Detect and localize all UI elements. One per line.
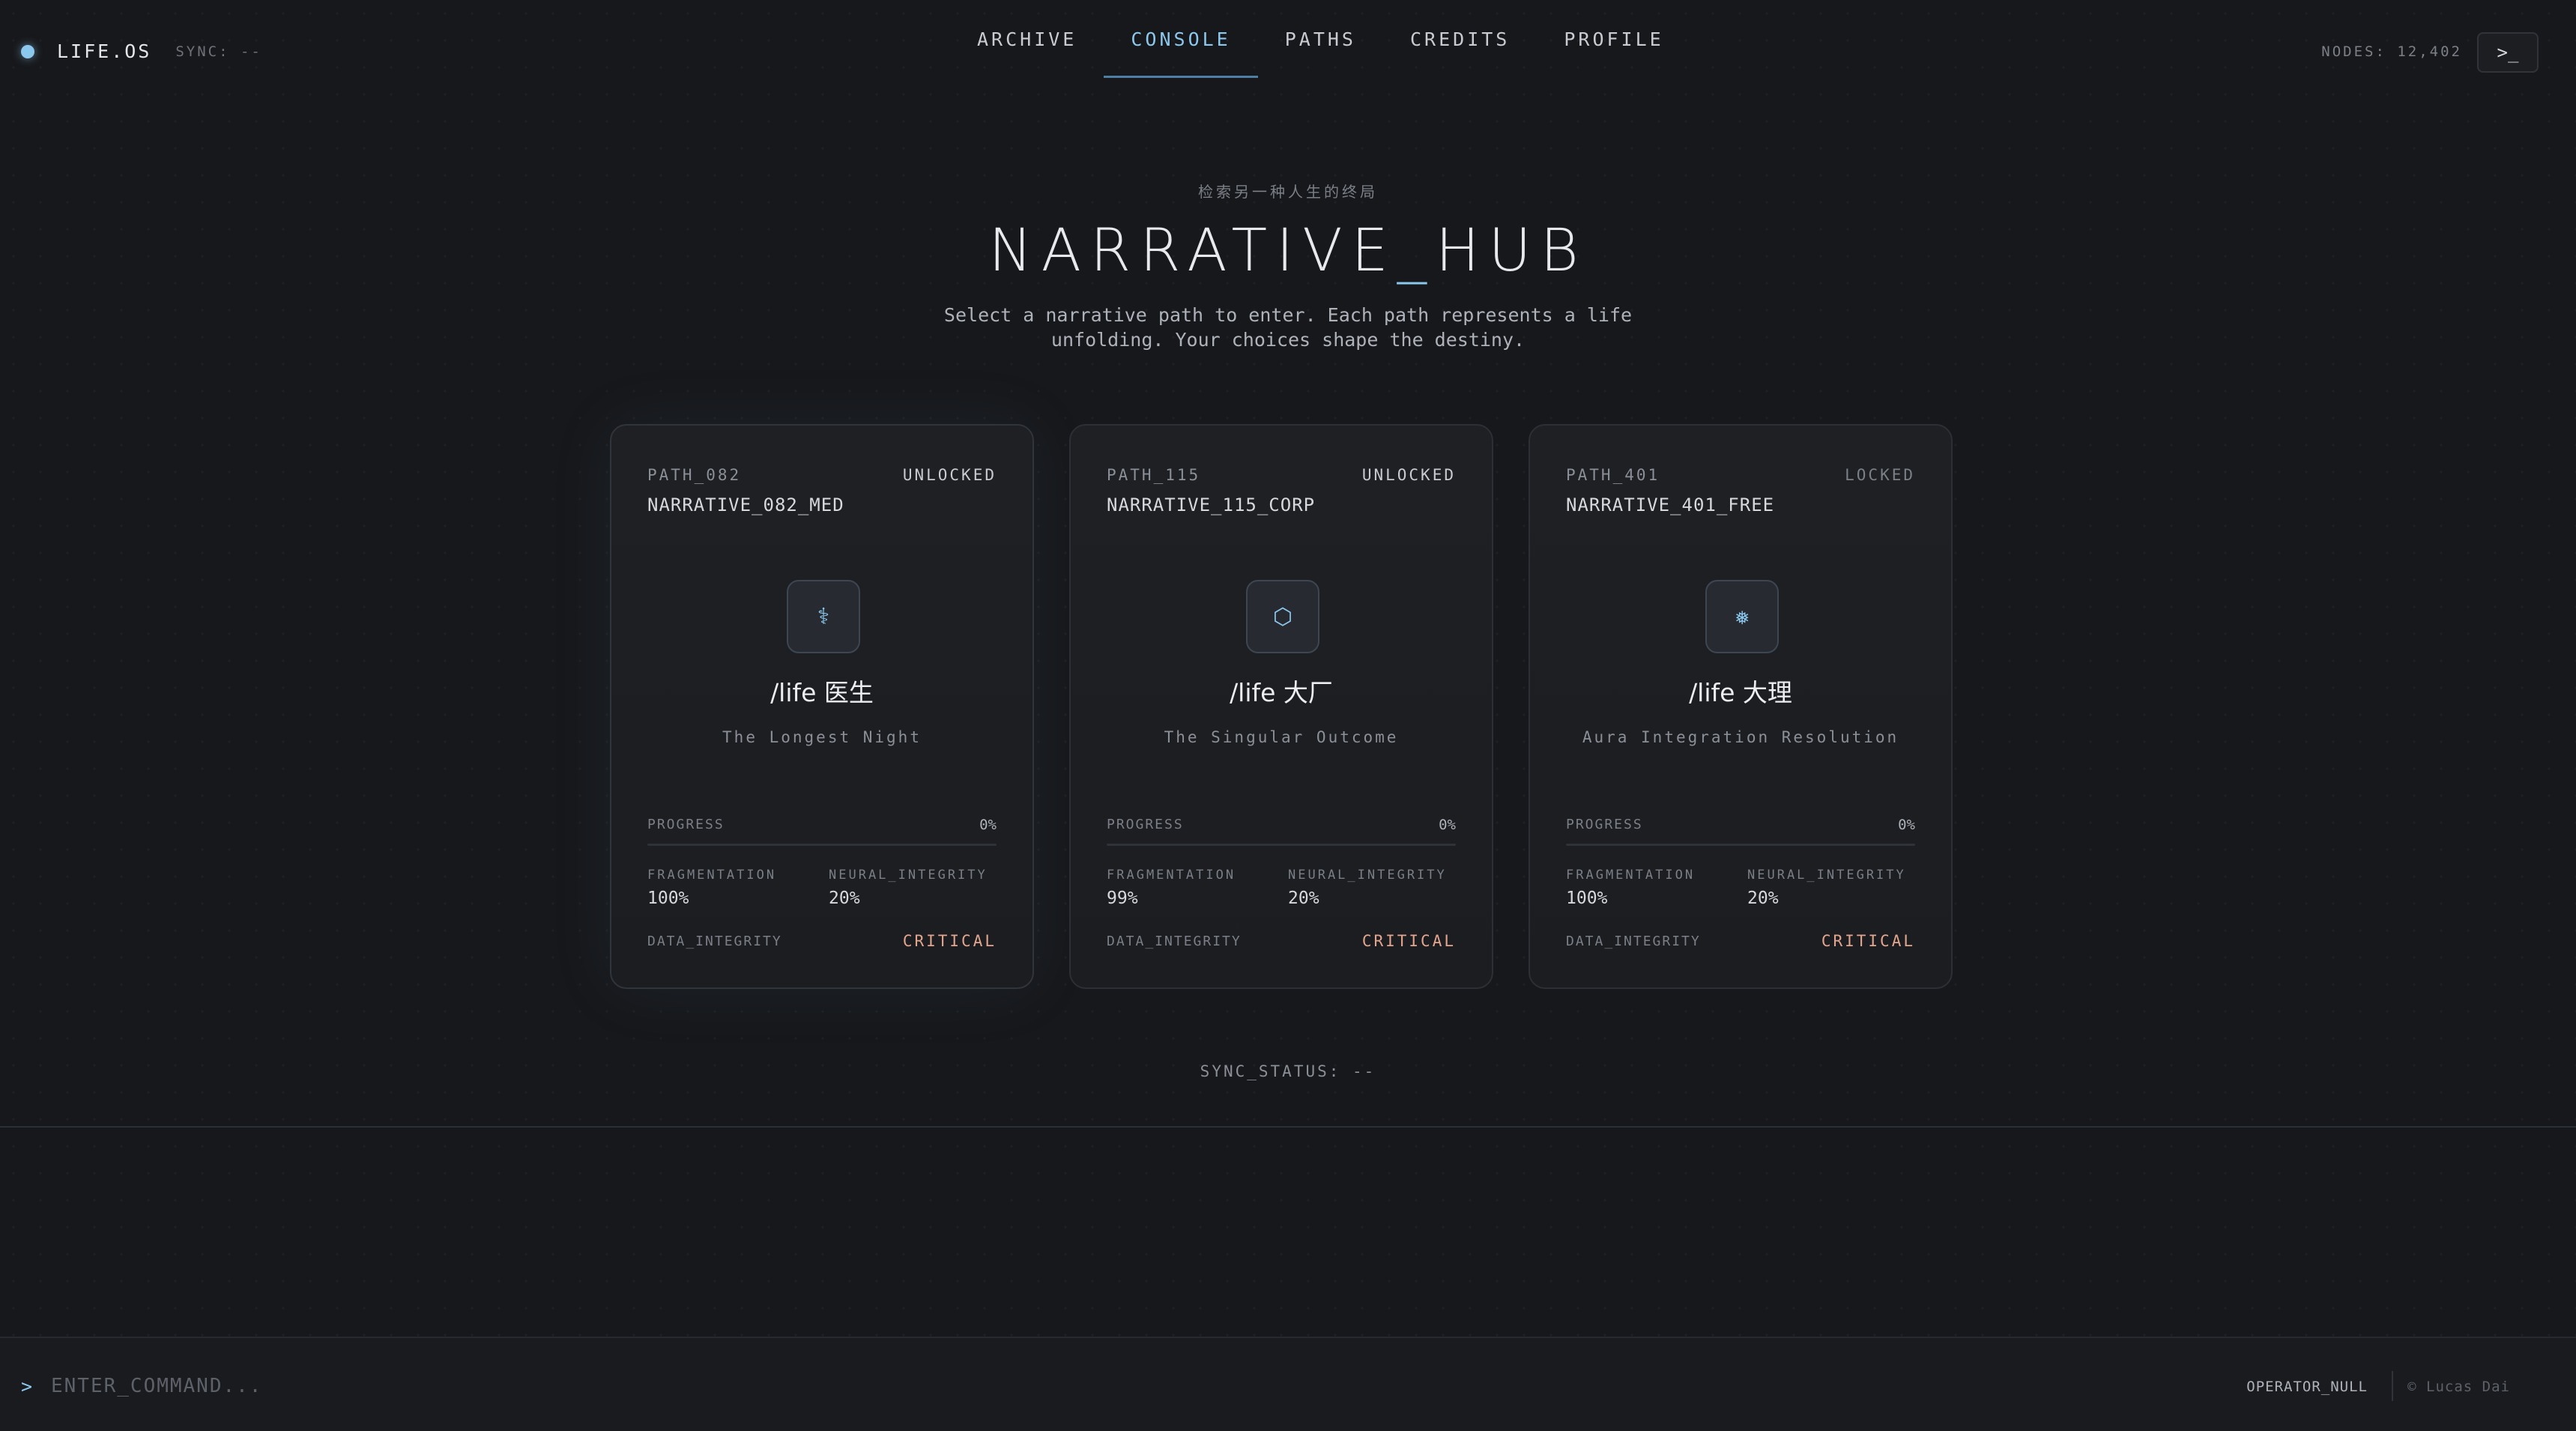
nav-paths[interactable]: PATHS	[1258, 0, 1383, 78]
life-title: /life 医生	[770, 678, 874, 707]
terminal-button[interactable]: >_	[2477, 32, 2539, 73]
fragmentation-value: 99%	[1107, 889, 1138, 908]
nav-profile[interactable]: PROFILE	[1537, 0, 1690, 78]
fragmentation-label: FRAGMENTATION	[1566, 868, 1696, 883]
progress-bar	[1566, 844, 1915, 846]
title-right: HUB	[1435, 217, 1588, 285]
path-id: PATH_082	[647, 466, 742, 484]
fragmentation-label: FRAGMENTATION	[1107, 868, 1236, 883]
path-status: UNLOCKED	[902, 466, 997, 484]
page-title: NARRATIVE_HUB	[0, 217, 2576, 285]
neural-integrity-label: NEURAL_INTEGRITY	[829, 868, 988, 883]
status-dot-icon	[21, 44, 34, 58]
nav-archive[interactable]: ARCHIVE	[950, 0, 1104, 78]
hexagon-icon: ⬡	[1246, 580, 1319, 653]
data-integrity-label: DATA_INTEGRITY	[1107, 934, 1242, 949]
narrative-name: NARRATIVE_115_CORP	[1107, 494, 1316, 515]
data-integrity-value: CRITICAL	[1361, 932, 1456, 950]
fragmentation-value: 100%	[647, 889, 689, 908]
path-status: UNLOCKED	[1361, 466, 1456, 484]
footer-separator	[2392, 1371, 2393, 1401]
path-tagline: The Longest Night	[722, 728, 922, 746]
operator-label: OPERATOR_NULL	[2246, 1379, 2368, 1395]
main-nav: ARCHIVE CONSOLE PATHS CREDITS PROFILE	[950, 0, 1691, 78]
data-integrity-label: DATA_INTEGRITY	[647, 934, 782, 949]
path-status: LOCKED	[1845, 466, 1915, 484]
top-bar: LIFE.OS SYNC: -- ARCHIVE CONSOLE PATHS C…	[0, 0, 2576, 105]
path-id: PATH_401	[1566, 466, 1660, 484]
life-title: /life 大理	[1689, 678, 1792, 707]
neural-integrity-value: 20%	[1747, 889, 1779, 908]
path-tagline: Aura Integration Resolution	[1582, 728, 1899, 746]
nodes-count: NODES: 12,402	[2321, 43, 2462, 60]
caduceus-icon: ⚕	[787, 580, 860, 653]
progress-label: PROGRESS	[1566, 817, 1643, 832]
copyright: © Lucas Dai	[2407, 1379, 2510, 1395]
progress-bar	[1107, 844, 1456, 846]
path-tagline: The Singular Outcome	[1164, 728, 1399, 746]
data-integrity-label: DATA_INTEGRITY	[1566, 934, 1701, 949]
path-id: PATH_115	[1107, 466, 1201, 484]
narrative-name: NARRATIVE_401_FREE	[1566, 494, 1775, 515]
section-divider	[0, 1126, 2576, 1128]
nav-console[interactable]: CONSOLE	[1104, 0, 1259, 78]
sync-indicator: SYNC: --	[175, 43, 262, 60]
data-integrity-value: CRITICAL	[1821, 932, 1915, 950]
neural-integrity-label: NEURAL_INTEGRITY	[1747, 868, 1906, 883]
path-card-115[interactable]: PATH_115 UNLOCKED NARRATIVE_115_CORP ⬡ /…	[1069, 424, 1493, 989]
title-separator: _	[1397, 217, 1436, 285]
life-title: /life 大厂	[1230, 678, 1333, 707]
title-left: NARRATIVE	[988, 217, 1397, 285]
command-input[interactable]	[51, 1365, 1400, 1407]
hero-subtitle: 检索另一种人生的终局	[1198, 183, 1378, 201]
progress-value: 0%	[979, 817, 997, 833]
fragmentation-value: 100%	[1566, 889, 1608, 908]
prompt-icon: >	[21, 1376, 33, 1397]
snowflake-icon: ❅	[1705, 580, 1779, 653]
progress-value: 0%	[1439, 817, 1456, 833]
narrative-name: NARRATIVE_082_MED	[647, 494, 844, 515]
progress-bar	[647, 844, 997, 846]
progress-label: PROGRESS	[647, 817, 725, 832]
neural-integrity-label: NEURAL_INTEGRITY	[1288, 868, 1447, 883]
nav-credits[interactable]: CREDITS	[1383, 0, 1537, 78]
path-card-082[interactable]: PATH_082 UNLOCKED NARRATIVE_082_MED ⚕ /l…	[610, 424, 1034, 989]
progress-label: PROGRESS	[1107, 817, 1184, 832]
brand[interactable]: LIFE.OS SYNC: --	[21, 40, 262, 62]
hero-description: Select a narrative path to enter. Each p…	[943, 304, 1633, 351]
fragmentation-label: FRAGMENTATION	[647, 868, 777, 883]
data-integrity-value: CRITICAL	[902, 932, 997, 950]
neural-integrity-value: 20%	[1288, 889, 1319, 908]
brand-name: LIFE.OS	[57, 40, 152, 62]
sync-status: SYNC_STATUS: --	[1200, 1062, 1376, 1080]
path-card-401[interactable]: PATH_401 LOCKED NARRATIVE_401_FREE ❅ /li…	[1529, 424, 1953, 989]
progress-value: 0%	[1898, 817, 1915, 833]
neural-integrity-value: 20%	[829, 889, 860, 908]
